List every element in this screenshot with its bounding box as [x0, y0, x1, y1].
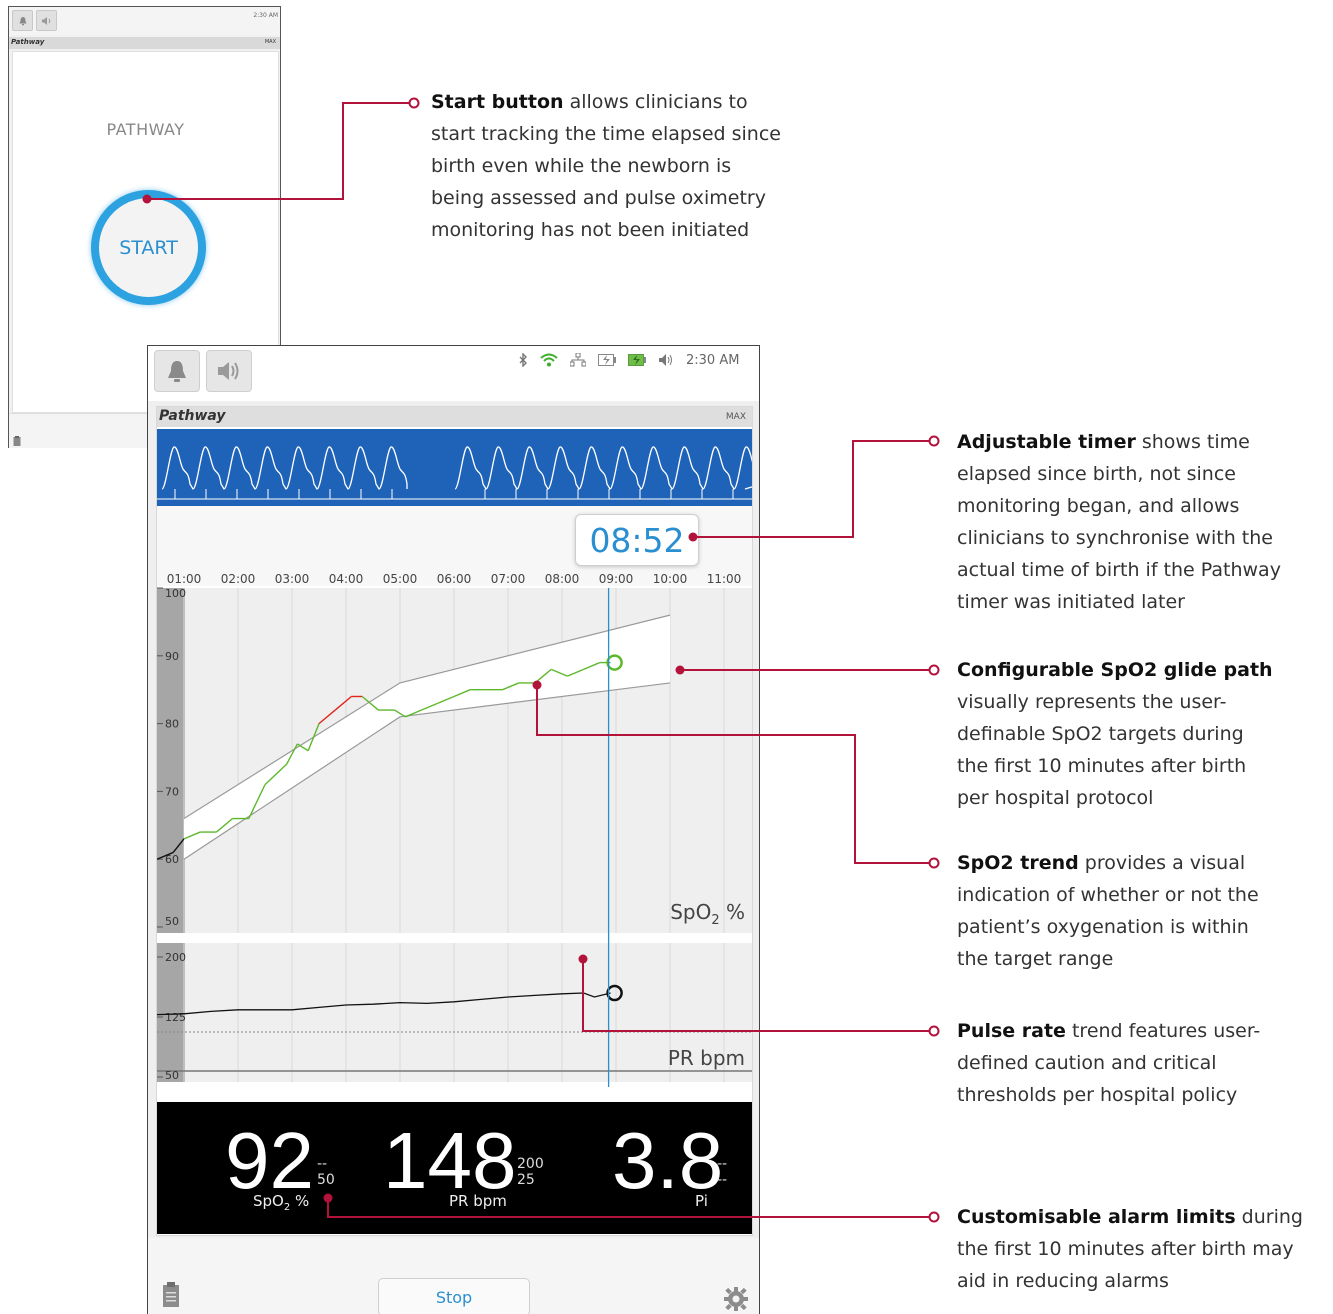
callout-line-trend: [536, 685, 930, 864]
callout-end-trend: [928, 857, 940, 869]
annotation-glide: Configurable SpO2 glide path visually re…: [957, 659, 1273, 809]
callout-end-alarm: [928, 1211, 940, 1223]
callout-line-pulse: [582, 959, 930, 1032]
annotation-trend: SpO2 trend provides a visual indication …: [957, 852, 1259, 970]
callout-end-glide: [928, 664, 940, 676]
callout-dot-start: [142, 194, 152, 204]
callout-end-start: [408, 97, 420, 109]
annotation-start: Start button allows clinicians to start …: [431, 91, 781, 241]
callout-line-timer: [693, 440, 930, 538]
annotation-pulse: Pulse rate trend features user- defined …: [957, 1020, 1261, 1106]
callout-end-pulse: [928, 1025, 940, 1037]
annotation-timer: Adjustable timer shows time elapsed sinc…: [957, 431, 1281, 613]
callout-dot-trend: [532, 680, 542, 690]
callout-end-timer: [928, 435, 940, 447]
callout-line-alarm: [327, 1198, 930, 1218]
callout-dot-alarm: [323, 1193, 333, 1203]
callout-dot-timer: [688, 532, 698, 542]
callout-dot-glide: [675, 665, 685, 675]
callout-dot-pulse: [578, 954, 588, 964]
annotation-alarm: Customisable alarm limits during the fir…: [957, 1206, 1303, 1292]
callout-line-start: [147, 102, 410, 200]
